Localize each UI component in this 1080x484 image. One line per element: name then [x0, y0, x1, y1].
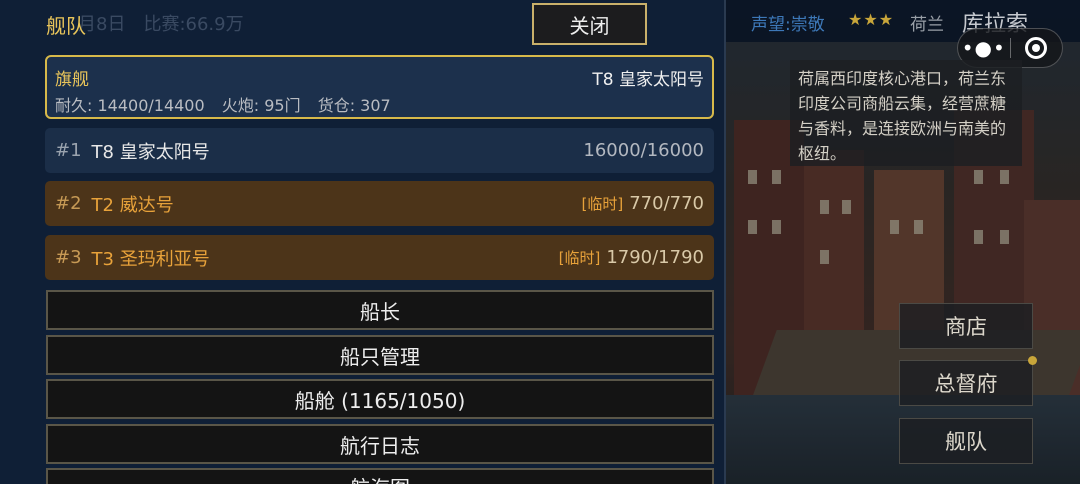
- flagship-stats: 耐久: 14400/14400 火炮: 95门 货仓: 307: [55, 92, 391, 116]
- close-mini-program-button[interactable]: [1010, 37, 1062, 59]
- menu-button-ship-management[interactable]: 船只管理: [46, 335, 714, 375]
- ship-name: T8 皇家太阳号: [91, 141, 210, 163]
- fleet-ship-row[interactable]: #2 T2 威达号 [临时] 770/770: [45, 181, 714, 226]
- star-rating: ★★★: [848, 10, 895, 29]
- flagship-card[interactable]: 旗舰 T8 皇家太阳号 耐久: 14400/14400 火炮: 95门 货仓: …: [45, 55, 714, 119]
- flagship-cannons: 火炮: 95门: [221, 96, 301, 115]
- side-button-fleet[interactable]: 舰队: [899, 418, 1033, 464]
- ship-durability: 1790/1790: [606, 247, 704, 268]
- fleet-ship-row[interactable]: #3 T3 圣玛利亚号 [临时] 1790/1790: [45, 235, 714, 280]
- flagship-cargo: 货仓: 307: [317, 96, 391, 115]
- notification-dot: [1028, 356, 1037, 365]
- nation-label: 荷兰: [910, 15, 944, 35]
- city-description: 荷属西印度核心港口，荷兰东印度公司商船云集，经营蔗糖与香料，是连接欧洲与南美的枢…: [790, 60, 1022, 166]
- close-button[interactable]: 关闭: [532, 3, 647, 45]
- more-options-icon[interactable]: •●•: [958, 36, 1010, 60]
- ship-name: T2 威达号: [91, 194, 174, 216]
- menu-button-sea-chart[interactable]: 航海图: [46, 468, 714, 484]
- menu-button-captain[interactable]: 船长: [46, 290, 714, 330]
- fleet-panel: 月8日 比赛:66.9万 舰队 关闭 旗舰 T8 皇家太阳号 耐久: 14400…: [0, 0, 726, 484]
- flagship-ship-name: T8 皇家太阳号: [592, 70, 704, 90]
- ship-durability: 770/770: [629, 193, 704, 214]
- fleet-ship-row[interactable]: #1 T8 皇家太阳号 16000/16000: [45, 128, 714, 173]
- target-circle-icon: [1025, 37, 1048, 59]
- ship-index: #3: [55, 247, 82, 268]
- side-button-governor[interactable]: 总督府: [899, 360, 1033, 406]
- reputation-label: 声望:崇敬: [751, 15, 825, 35]
- side-button-shop[interactable]: 商店: [899, 303, 1033, 349]
- menu-button-voyage-log[interactable]: 航行日志: [46, 424, 714, 464]
- ship-index: #1: [55, 140, 82, 161]
- temporary-tag: [临时]: [558, 249, 601, 267]
- flagship-durability: 耐久: 14400/14400: [55, 96, 205, 115]
- flagship-label: 旗舰: [55, 70, 89, 90]
- background-status-text: 月8日 比赛:66.9万: [78, 14, 244, 35]
- temporary-tag: [临时]: [581, 195, 624, 213]
- ship-index: #2: [55, 193, 82, 214]
- ship-durability: 16000/16000: [583, 140, 704, 161]
- panel-title: 舰队: [46, 14, 86, 38]
- menu-button-cargo-hold[interactable]: 船舱 (1165/1050): [46, 379, 714, 419]
- ship-name: T3 圣玛利亚号: [91, 248, 210, 270]
